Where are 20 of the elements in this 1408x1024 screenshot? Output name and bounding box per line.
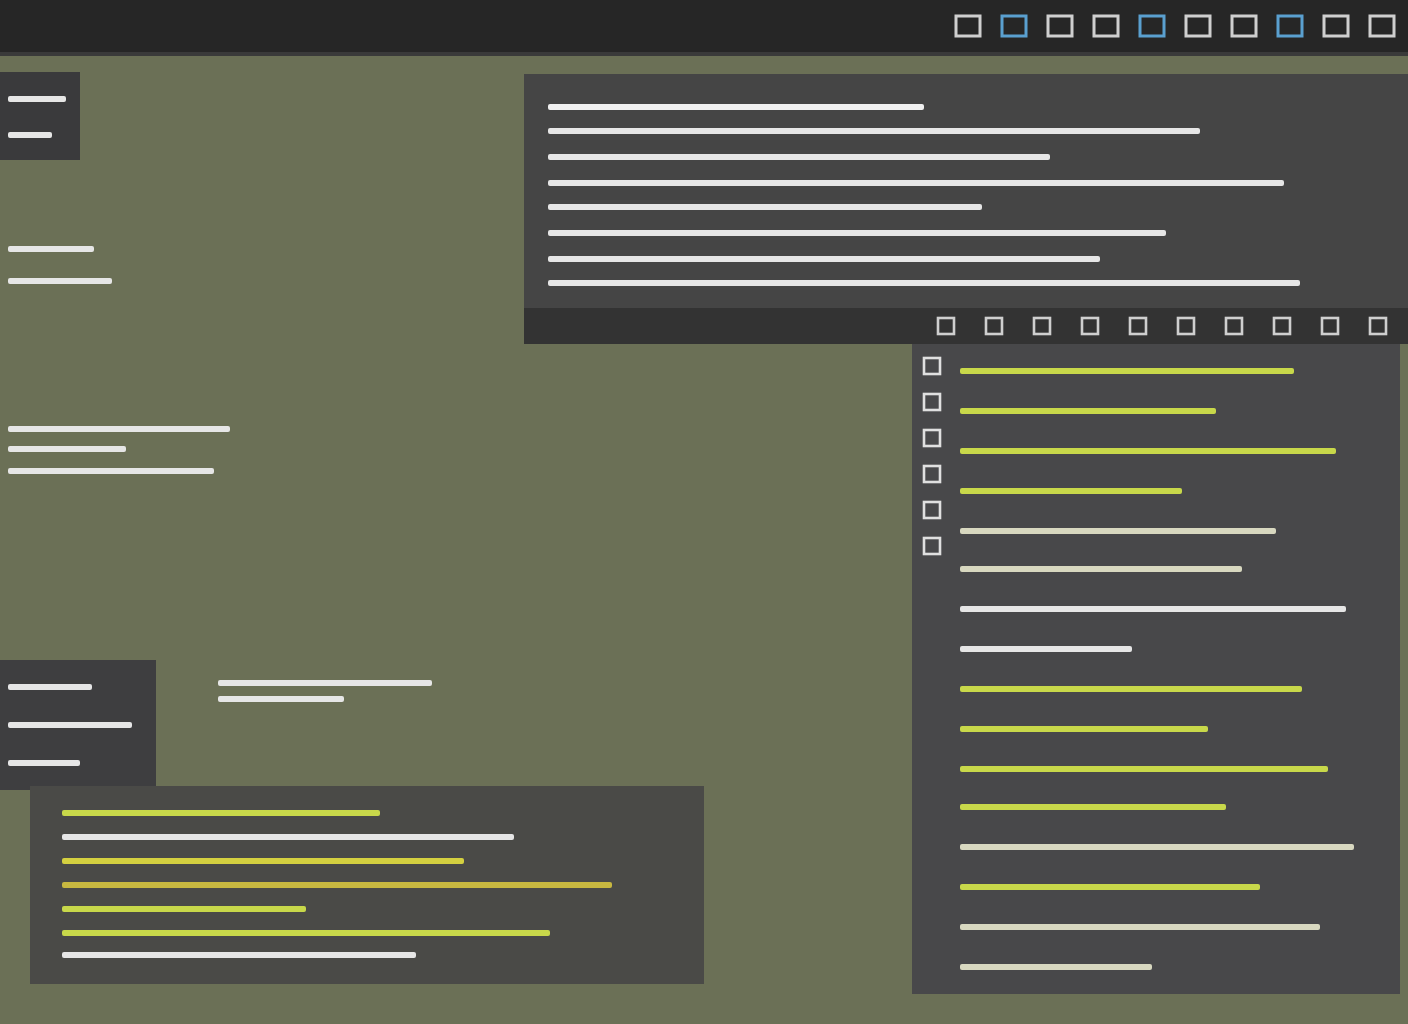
tool-icon[interactable] — [936, 316, 956, 336]
tool-icon[interactable] — [1272, 316, 1292, 336]
window-icon[interactable] — [1230, 14, 1258, 38]
window-icon[interactable] — [1276, 14, 1304, 38]
tool-icon[interactable] — [1224, 316, 1244, 336]
window-icon[interactable] — [1184, 14, 1212, 38]
window-icon[interactable] — [1138, 14, 1166, 38]
tool-icon[interactable] — [1128, 316, 1148, 336]
window-icon[interactable] — [1368, 14, 1396, 38]
window-icon[interactable] — [1000, 14, 1028, 38]
window-icon[interactable] — [1322, 14, 1350, 38]
tool-icon[interactable] — [1032, 316, 1052, 336]
tool-icon[interactable] — [1368, 316, 1388, 336]
tool-icon[interactable] — [1320, 316, 1340, 336]
window-icon[interactable] — [1046, 14, 1074, 38]
window-icon[interactable] — [954, 14, 982, 38]
tool-icon[interactable] — [1176, 316, 1196, 336]
tool-icon[interactable] — [1080, 316, 1100, 336]
tool-icon[interactable] — [984, 316, 1004, 336]
window-icon[interactable] — [1092, 14, 1120, 38]
